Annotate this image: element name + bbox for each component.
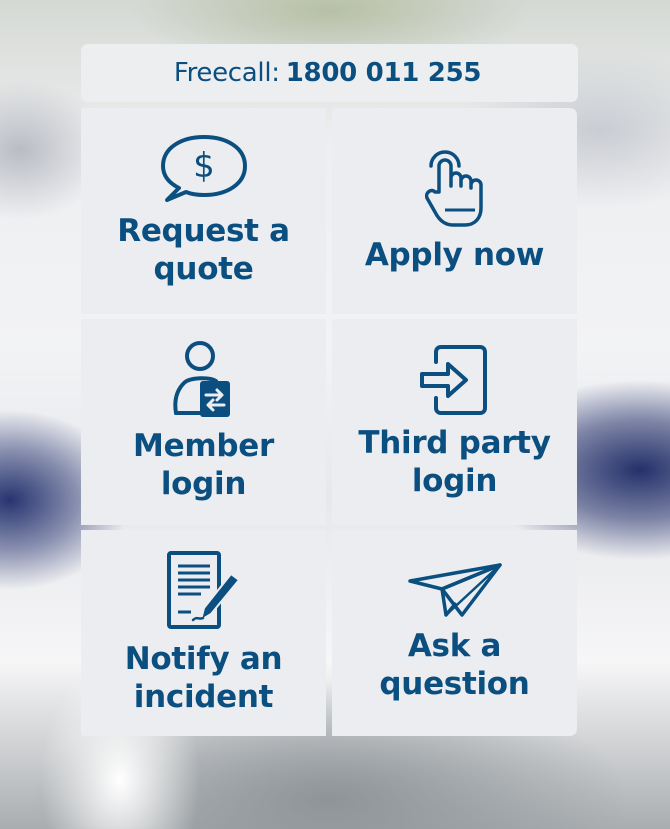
ask-question-tile[interactable]: Ask a question: [332, 530, 577, 736]
ask-question-line1: Ask a: [407, 628, 502, 664]
svg-text:$: $: [193, 146, 215, 186]
login-arrow-icon: [419, 345, 487, 415]
request-quote-line2: quote: [153, 251, 254, 287]
action-tiles-grid: $ Request a quote Apply now Member login…: [81, 108, 578, 736]
member-login-label: Member login: [94, 427, 314, 503]
member-login-line1: Member: [133, 428, 274, 464]
tap-finger-icon: [424, 150, 483, 227]
member-login-line2: login: [160, 466, 247, 502]
freecall-label: Freecall:: [173, 58, 280, 88]
document-pen-icon: [166, 551, 240, 629]
third-party-login-tile[interactable]: Third party login: [332, 319, 577, 525]
request-quote-label: Request a quote: [94, 212, 314, 288]
apply-now-tile[interactable]: Apply now: [332, 108, 577, 314]
ask-question-line2: question: [379, 666, 530, 702]
notify-incident-line1: Notify an: [124, 641, 283, 677]
freecall-bar[interactable]: Freecall: 1800 011 255: [81, 44, 578, 102]
third-party-login-line2: login: [411, 463, 498, 499]
notify-incident-tile[interactable]: Notify an incident: [81, 530, 326, 736]
ask-question-label: Ask a question: [345, 627, 565, 703]
paper-plane-icon: [407, 563, 502, 617]
freecall-number[interactable]: 1800 011 255: [286, 58, 482, 88]
quick-links-panel: Freecall: 1800 011 255 $ Request a quote…: [81, 44, 578, 736]
apply-now-line1: Apply now: [364, 237, 545, 273]
request-quote-tile[interactable]: $ Request a quote: [81, 108, 326, 314]
speech-bubble-dollar-icon: $: [160, 135, 247, 202]
request-quote-line1: Request a: [117, 213, 290, 249]
third-party-login-line1: Third party: [358, 425, 551, 461]
notify-incident-line2: incident: [133, 679, 274, 715]
member-login-tile[interactable]: Member login: [81, 319, 326, 525]
notify-incident-label: Notify an incident: [94, 640, 314, 716]
member-login-icon: [172, 341, 230, 417]
third-party-login-label: Third party login: [345, 424, 565, 500]
apply-now-label: Apply now: [345, 236, 565, 274]
